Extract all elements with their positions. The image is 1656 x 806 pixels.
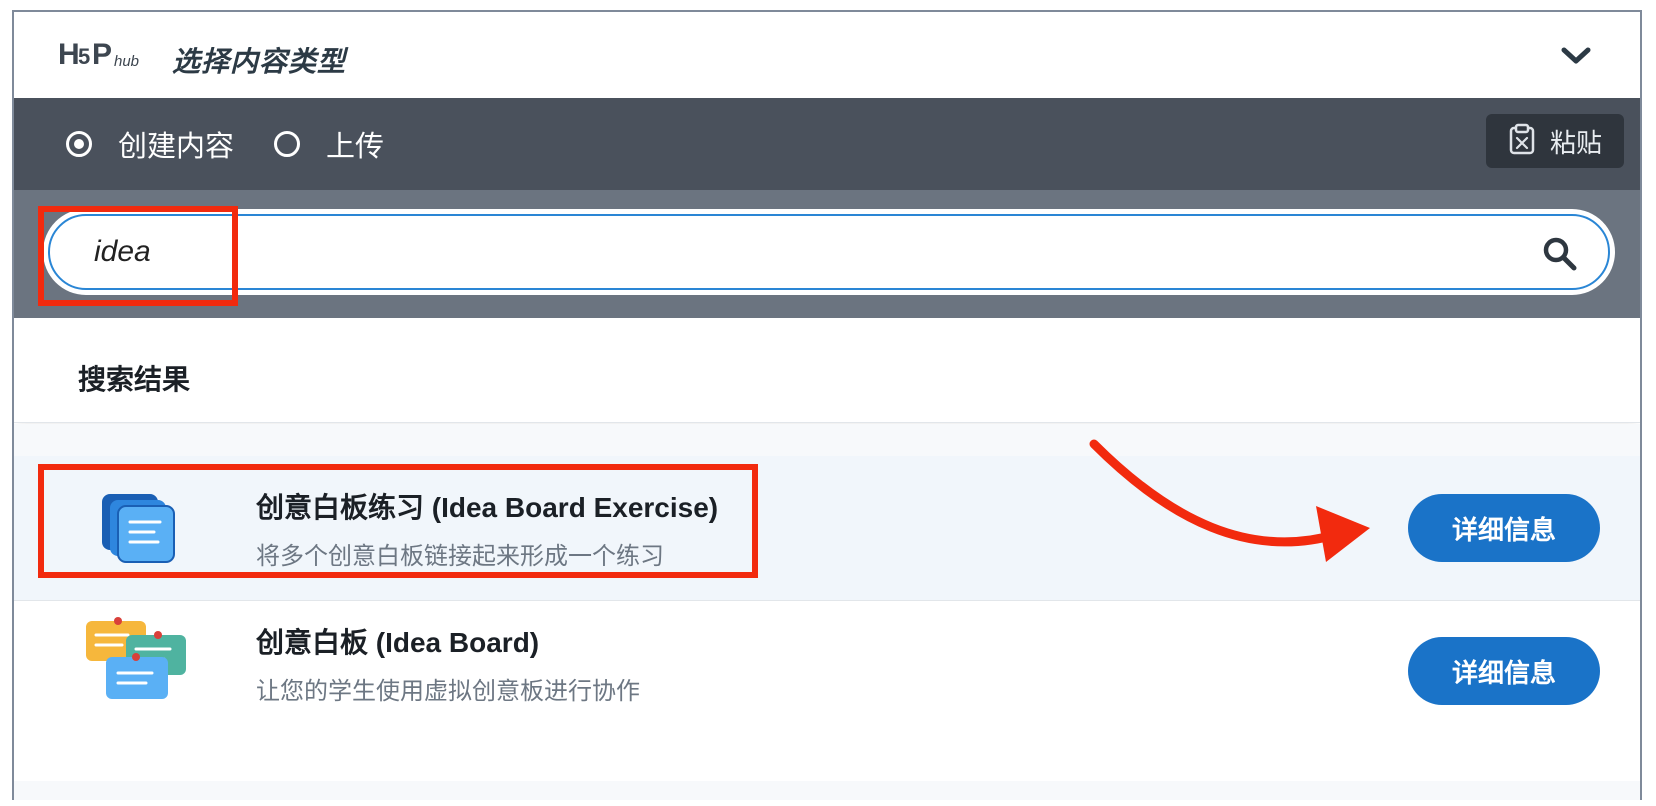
radio-checked-icon [66, 131, 92, 157]
search-area [14, 190, 1640, 318]
search-input[interactable] [92, 234, 1608, 270]
h5p-hub-panel: H 5 P hub 选择内容类型 创建内容 上传 粘贴 idea 搜索结果 创意… [12, 10, 1642, 800]
clipboard-icon [1508, 123, 1536, 160]
list-item[interactable]: 创意白板练习 (Idea Board Exercise) 将多个创意白板链接起来… [14, 456, 1640, 601]
radio-unchecked-icon [274, 131, 300, 157]
hub-title: 选择内容类型 [172, 46, 347, 77]
svg-text:H: H [58, 38, 80, 71]
radio-upload-label: 上传 [326, 131, 385, 163]
idea-board-icon [78, 611, 198, 707]
result-description: 将多个创意白板链接起来形成一个练习 [256, 543, 664, 570]
radio-create-content[interactable]: 创建内容 [66, 122, 234, 166]
hub-header[interactable]: H 5 P hub 选择内容类型 [14, 12, 1640, 99]
radio-create-label: 创建内容 [118, 131, 235, 163]
h5p-hub-logo: H 5 P hub [58, 34, 158, 76]
chevron-down-icon[interactable] [1556, 40, 1596, 72]
result-title: 创意白板练习 (Idea Board Exercise) [256, 492, 719, 523]
results-header: 搜索结果 [14, 318, 1640, 423]
result-title: 创意白板 (Idea Board) [256, 627, 540, 658]
paste-button[interactable]: 粘贴 [1486, 114, 1624, 168]
results-title: 搜索结果 [78, 364, 191, 395]
svg-text:hub: hub [114, 53, 139, 70]
details-button[interactable]: 详细信息 [1408, 637, 1600, 705]
search-box[interactable] [48, 214, 1610, 290]
svg-text:P: P [92, 38, 112, 71]
mode-bar: 创建内容 上传 粘贴 [14, 98, 1640, 190]
radio-upload[interactable]: 上传 [274, 122, 384, 166]
paste-label: 粘贴 [1549, 127, 1602, 158]
results-list: 创意白板练习 (Idea Board Exercise) 将多个创意白板链接起来… [14, 424, 1640, 800]
search-icon[interactable] [1542, 236, 1578, 277]
details-button[interactable]: 详细信息 [1408, 494, 1600, 562]
list-item[interactable]: 创意白板 (Idea Board) 让您的学生使用虚拟创意板进行协作 详细信息 [14, 601, 1640, 781]
svg-text:5: 5 [78, 44, 90, 69]
result-description: 让您的学生使用虚拟创意板进行协作 [256, 678, 640, 705]
idea-board-exercise-icon [78, 480, 198, 576]
